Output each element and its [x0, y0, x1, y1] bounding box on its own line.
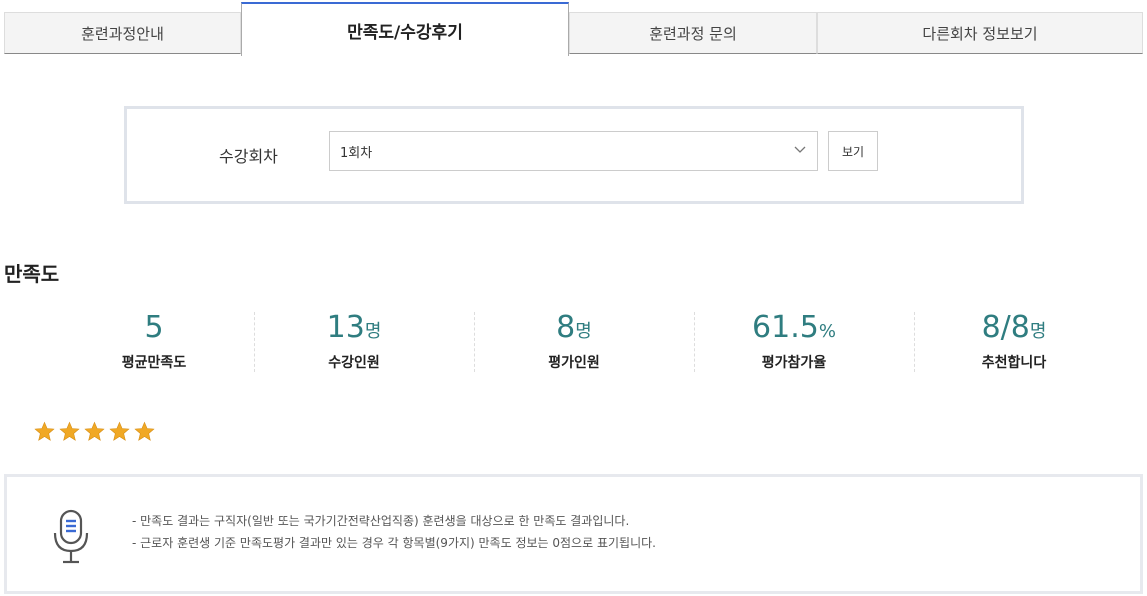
tab-course-info[interactable]: 훈련과정안내	[4, 12, 241, 54]
stat-unit: 명	[1029, 321, 1047, 342]
stat-enrolled: 13명 수강인원	[244, 306, 464, 376]
stat-unit: %	[818, 321, 836, 342]
stat-value: 5	[144, 310, 164, 345]
stat-participation-rate: 61.5% 평가참가율	[684, 306, 904, 376]
stat-unit: 명	[364, 321, 382, 342]
notice-line: - 근로자 훈련생 기준 만족도평가 결과만 있는 경우 각 항목별(9가지) …	[132, 536, 656, 550]
session-select-value: 1회차	[340, 145, 373, 161]
stat-label: 추천합니다	[981, 355, 1047, 371]
session-select[interactable]: 1회차	[329, 131, 818, 171]
notice-line: - 만족도 결과는 구직자(일반 또는 국가기간전략산업직종) 훈련생을 대상으…	[132, 514, 630, 528]
tab-satisfaction-reviews[interactable]: 만족도/수강후기	[241, 2, 569, 56]
tab-course-inquiry[interactable]: 훈련과정 문의	[569, 12, 817, 54]
star-icon	[84, 421, 105, 441]
microphone-icon	[53, 509, 89, 564]
stats-row: 5 평균만족도 13명 수강인원 8명 평가인원 61.5% 평가참가율 8/8…	[44, 306, 1144, 376]
tab-label: 훈련과정 문의	[649, 24, 737, 43]
view-button[interactable]: 보기	[828, 131, 878, 171]
stat-value: 61.5	[752, 310, 819, 345]
stat-value: 8/8	[981, 310, 1030, 345]
tab-label: 훈련과정안내	[81, 24, 164, 43]
star-rating	[34, 421, 155, 442]
session-select-panel: 수강회차 1회차 보기	[124, 106, 1024, 204]
tab-label: 다른회차 정보보기	[922, 24, 1038, 43]
stat-label: 수강인원	[328, 355, 380, 371]
stat-label: 평가참가율	[761, 355, 827, 371]
stat-value: 8	[556, 310, 576, 345]
stat-recommend: 8/8명 추천합니다	[904, 306, 1124, 376]
stat-evaluators: 8명 평가인원	[464, 306, 684, 376]
star-icon	[34, 421, 55, 441]
stat-label: 평균만족도	[121, 355, 187, 371]
stat-average-satisfaction: 5 평균만족도	[44, 306, 264, 376]
star-icon	[134, 421, 155, 441]
star-icon	[109, 421, 130, 441]
star-icon	[59, 421, 80, 441]
tab-bar: 훈련과정안내 만족도/수강후기 훈련과정 문의 다른회차 정보보기	[4, 0, 1143, 56]
stat-label: 평가인원	[548, 355, 600, 371]
tab-label: 만족도/수강후기	[347, 22, 463, 43]
tab-other-sessions[interactable]: 다른회차 정보보기	[817, 12, 1143, 54]
notice-text: - 만족도 결과는 구직자(일반 또는 국가기간전략산업직종) 훈련생을 대상으…	[132, 510, 656, 554]
section-title: 만족도	[4, 262, 60, 286]
chevron-down-icon	[794, 146, 806, 153]
stat-unit: 명	[575, 321, 592, 342]
stat-value: 13	[326, 310, 365, 345]
notice-box: - 만족도 결과는 구직자(일반 또는 국가기간전략산업직종) 훈련생을 대상으…	[4, 474, 1143, 594]
session-select-label: 수강회차	[219, 147, 278, 166]
